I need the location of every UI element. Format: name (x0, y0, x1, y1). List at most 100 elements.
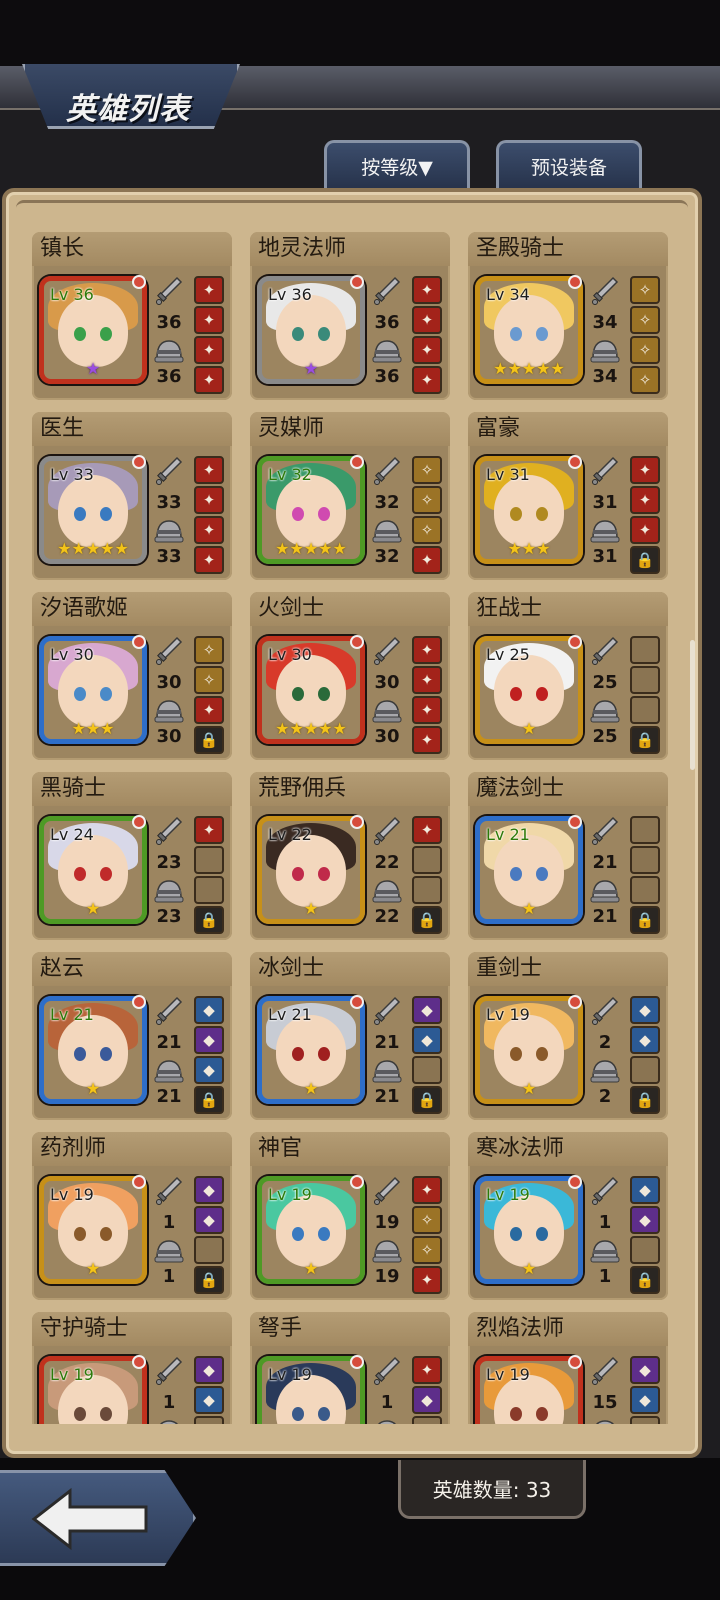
preset-equipment-button[interactable]: 预设装备 (496, 140, 642, 190)
hero-card[interactable]: 火剑士 Lv 30 ★★★★★ 30 30 ✦ ✦ ✦ ✦ (250, 592, 450, 760)
hero-portrait[interactable]: Lv 24 ★ (39, 816, 147, 924)
hero-card[interactable]: 医生 Lv 33 ★★★★★ 33 33 ✦ ✦ ✦ ✦ (32, 412, 232, 580)
equipment-slot[interactable]: ✦ (412, 366, 442, 394)
hero-portrait[interactable]: Lv 33 ★★★★★ (39, 456, 147, 564)
equipment-slot[interactable]: ✦ (194, 306, 224, 334)
equipment-slot[interactable]: ◆ (412, 1026, 442, 1054)
equipment-slot[interactable]: ✧ (412, 516, 442, 544)
scrollbar[interactable] (690, 640, 695, 770)
empty-slot[interactable] (630, 1236, 660, 1264)
equipment-slot[interactable]: ✦ (412, 306, 442, 334)
hero-card[interactable]: 汐语歌姬 Lv 30 ★★★ 30 30 ✧ ✧ ✦ 🔒 (32, 592, 232, 760)
empty-slot[interactable] (630, 816, 660, 844)
empty-slot[interactable] (630, 1056, 660, 1084)
hero-card[interactable]: 弩手 Lv 19 1 ✦◆🔒 (250, 1312, 450, 1424)
equipment-slot[interactable]: ✦ (630, 456, 660, 484)
equipment-slot[interactable]: ✧ (412, 1206, 442, 1234)
hero-portrait[interactable]: Lv 22 ★ (257, 816, 365, 924)
hero-card[interactable]: 黑骑士 Lv 24 ★ 23 23 ✦ 🔒 (32, 772, 232, 940)
equipment-slot[interactable]: ✦ (412, 696, 442, 724)
equipment-slot[interactable]: ✦ (412, 726, 442, 754)
equipment-slot[interactable]: ✦ (194, 516, 224, 544)
back-button[interactable] (0, 1470, 196, 1566)
equipment-slot[interactable]: ✦ (194, 696, 224, 724)
empty-slot[interactable] (412, 1056, 442, 1084)
equipment-slot[interactable]: ◆ (412, 996, 442, 1024)
hero-card[interactable]: 狂战士 Lv 25 ★ 25 25 🔒 (468, 592, 668, 760)
hero-portrait[interactable]: Lv 36 ★ (257, 276, 365, 384)
hero-card[interactable]: 圣殿骑士 Lv 34 ★★★★★ 34 34 ✧ ✧ ✧ ✧ (468, 232, 668, 400)
equipment-slot[interactable]: ✧ (194, 666, 224, 694)
empty-slot[interactable] (194, 1416, 224, 1424)
equipment-slot[interactable]: ◆ (630, 1356, 660, 1384)
locked-slot[interactable]: 🔒 (194, 1086, 224, 1114)
equipment-slot[interactable]: ◆ (194, 1206, 224, 1234)
equipment-slot[interactable]: ✦ (194, 486, 224, 514)
equipment-slot[interactable]: ◆ (194, 996, 224, 1024)
sort-by-level-button[interactable]: 按等级▼ (324, 140, 470, 190)
equipment-slot[interactable]: ✧ (630, 366, 660, 394)
hero-card[interactable]: 魔法剑士 Lv 21 ★ 21 21 🔒 (468, 772, 668, 940)
equipment-slot[interactable]: ✧ (630, 276, 660, 304)
equipment-slot[interactable]: ◆ (630, 1026, 660, 1054)
equipment-slot[interactable]: ◆ (630, 996, 660, 1024)
hero-portrait[interactable]: Lv 25 ★ (475, 636, 583, 744)
locked-slot[interactable]: 🔒 (630, 1266, 660, 1294)
hero-portrait[interactable]: Lv 19 ★ (475, 1176, 583, 1284)
equipment-slot[interactable]: ◆ (194, 1056, 224, 1084)
equipment-slot[interactable]: ◆ (194, 1356, 224, 1384)
hero-portrait[interactable]: Lv 19 (39, 1356, 147, 1424)
equipment-slot[interactable]: ✦ (194, 456, 224, 484)
hero-card[interactable]: 荒野佣兵 Lv 22 ★ 22 22 ✦ 🔒 (250, 772, 450, 940)
empty-slot[interactable] (630, 696, 660, 724)
locked-slot[interactable]: 🔒 (412, 1086, 442, 1114)
locked-slot[interactable]: 🔒 (630, 906, 660, 934)
hero-card[interactable]: 药剂师 Lv 19 ★ 1 1 ◆ ◆ 🔒 (32, 1132, 232, 1300)
hero-portrait[interactable]: Lv 36 ★ (39, 276, 147, 384)
hero-card[interactable]: 神官 Lv 19 ★ 19 19 ✦ ✧ ✧ ✦ (250, 1132, 450, 1300)
hero-card[interactable]: 寒冰法师 Lv 19 ★ 1 1 ◆ ◆ 🔒 (468, 1132, 668, 1300)
equipment-slot[interactable]: ✦ (630, 486, 660, 514)
locked-slot[interactable]: 🔒 (194, 726, 224, 754)
locked-slot[interactable]: 🔒 (630, 726, 660, 754)
equipment-slot[interactable]: ✧ (194, 636, 224, 664)
equipment-slot[interactable]: ✦ (412, 1266, 442, 1294)
hero-card[interactable]: 冰剑士 Lv 21 ★ 21 21 ◆ ◆ 🔒 (250, 952, 450, 1120)
hero-portrait[interactable]: Lv 34 ★★★★★ (475, 276, 583, 384)
equipment-slot[interactable]: ◆ (630, 1176, 660, 1204)
hero-card[interactable]: 地灵法师 Lv 36 ★ 36 36 ✦ ✦ ✦ ✦ (250, 232, 450, 400)
hero-card[interactable]: 重剑士 Lv 19 ★ 2 2 ◆ ◆ 🔒 (468, 952, 668, 1120)
hero-portrait[interactable]: Lv 21 ★ (257, 996, 365, 1104)
empty-slot[interactable] (630, 846, 660, 874)
empty-slot[interactable] (630, 636, 660, 664)
empty-slot[interactable] (194, 1236, 224, 1264)
empty-slot[interactable] (630, 1416, 660, 1424)
empty-slot[interactable] (412, 876, 442, 904)
equipment-slot[interactable]: ✦ (194, 366, 224, 394)
equipment-slot[interactable]: ✦ (412, 546, 442, 574)
equipment-slot[interactable]: ◆ (630, 1386, 660, 1414)
hero-portrait[interactable]: Lv 21 ★ (39, 996, 147, 1104)
hero-portrait[interactable]: Lv 19 ★ (257, 1176, 365, 1284)
locked-slot[interactable]: 🔒 (412, 906, 442, 934)
equipment-slot[interactable]: ✦ (412, 816, 442, 844)
equipment-slot[interactable]: ✦ (412, 336, 442, 364)
equipment-slot[interactable]: ✦ (412, 1176, 442, 1204)
equipment-slot[interactable]: ✦ (194, 276, 224, 304)
empty-slot[interactable] (630, 876, 660, 904)
hero-portrait[interactable]: Lv 19 ★ (39, 1176, 147, 1284)
hero-portrait[interactable]: Lv 19 ★ (475, 996, 583, 1104)
hero-portrait[interactable]: Lv 21 ★ (475, 816, 583, 924)
hero-grid[interactable]: 镇长 Lv 36 ★ 36 36 ✦ ✦ ✦ ✦ 地灵法师 Lv 36 ★ 36… (6, 192, 706, 1424)
equipment-slot[interactable]: ✦ (412, 1356, 442, 1384)
hero-portrait[interactable]: Lv 32 ★★★★★ (257, 456, 365, 564)
empty-slot[interactable] (194, 876, 224, 904)
hero-portrait[interactable]: Lv 19 (475, 1356, 583, 1424)
hero-card[interactable]: 镇长 Lv 36 ★ 36 36 ✦ ✦ ✦ ✦ (32, 232, 232, 400)
equipment-slot[interactable]: ✧ (630, 306, 660, 334)
empty-slot[interactable] (630, 666, 660, 694)
empty-slot[interactable] (194, 846, 224, 874)
equipment-slot[interactable]: ✧ (412, 1236, 442, 1264)
equipment-slot[interactable]: ◆ (630, 1206, 660, 1234)
hero-card[interactable]: 守护骑士 Lv 19 1 ◆◆🔒 (32, 1312, 232, 1424)
